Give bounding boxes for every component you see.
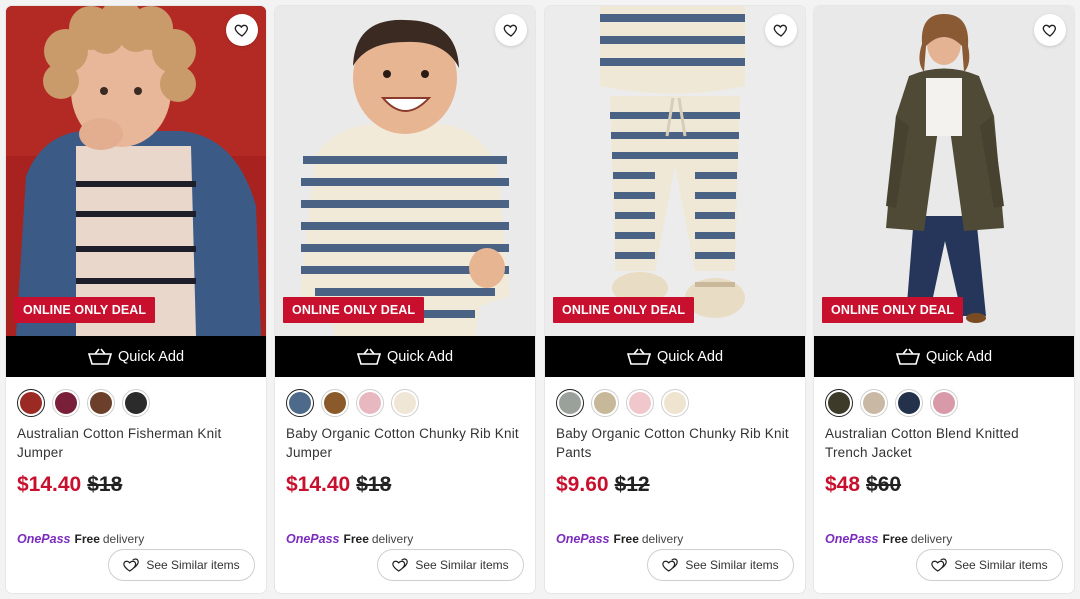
see-similar-label: See Similar items xyxy=(415,558,509,572)
price: $14.40 $18 xyxy=(17,473,122,497)
product-name[interactable]: Baby Organic Cotton Chunky Rib Knit Jump… xyxy=(286,424,526,462)
colour-swatch[interactable] xyxy=(930,389,958,417)
onepass-delivery: OnePass Free delivery xyxy=(17,532,144,546)
similar-hearts-icon xyxy=(931,558,948,572)
free-label: Free xyxy=(882,532,908,546)
similar-hearts-icon xyxy=(123,558,140,572)
delivery-label: delivery xyxy=(371,532,414,546)
delivery-label: delivery xyxy=(102,532,145,546)
quick-add-button[interactable]: Quick Add xyxy=(6,336,266,377)
product-name[interactable]: Baby Organic Cotton Chunky Rib Knit Pant… xyxy=(556,424,796,462)
price: $9.60 $12 xyxy=(556,473,650,497)
price: $14.40 $18 xyxy=(286,473,391,497)
onepass-logo: OnePass xyxy=(825,532,879,546)
see-similar-button[interactable]: See Similar items xyxy=(377,549,524,581)
original-price: $12 xyxy=(614,473,650,496)
basket-icon xyxy=(626,348,651,365)
product-grid: ONLINE ONLY DEAL Quick Add Australian Co… xyxy=(0,0,1080,599)
see-similar-button[interactable]: See Similar items xyxy=(108,549,255,581)
colour-swatches xyxy=(17,389,157,417)
colour-swatch[interactable] xyxy=(17,389,45,417)
product-image[interactable]: ONLINE ONLY DEAL xyxy=(545,6,805,336)
colour-swatch[interactable] xyxy=(556,389,584,417)
colour-swatch[interactable] xyxy=(356,389,384,417)
favourite-button[interactable] xyxy=(765,14,797,46)
free-label: Free xyxy=(613,532,639,546)
heart-icon xyxy=(773,24,787,37)
colour-swatch[interactable] xyxy=(286,389,314,417)
original-price: $60 xyxy=(866,473,902,496)
delivery-label: delivery xyxy=(641,532,684,546)
see-similar-label: See Similar items xyxy=(954,558,1048,572)
online-deal-badge: ONLINE ONLY DEAL xyxy=(553,297,695,323)
sale-price: $14.40 xyxy=(17,473,82,496)
sale-price: $9.60 xyxy=(556,473,609,496)
see-similar-label: See Similar items xyxy=(685,558,779,572)
colour-swatch[interactable] xyxy=(321,389,349,417)
colour-swatch[interactable] xyxy=(87,389,115,417)
similar-hearts-icon xyxy=(392,558,409,572)
product-card[interactable]: ONLINE ONLY DEAL Quick Add Australian Co… xyxy=(6,6,266,593)
delivery-label: delivery xyxy=(910,532,953,546)
onepass-delivery: OnePass Free delivery xyxy=(556,532,683,546)
product-card[interactable]: ONLINE ONLY DEAL Quick Add Baby Organic … xyxy=(545,6,805,593)
colour-swatch[interactable] xyxy=(626,389,654,417)
product-image[interactable]: ONLINE ONLY DEAL xyxy=(275,6,535,336)
see-similar-button[interactable]: See Similar items xyxy=(647,549,794,581)
colour-swatch[interactable] xyxy=(122,389,150,417)
basket-icon xyxy=(895,348,920,365)
product-card[interactable]: ONLINE ONLY DEAL Quick Add Baby Organic … xyxy=(275,6,535,593)
quick-add-label: Quick Add xyxy=(117,348,185,365)
colour-swatches xyxy=(286,389,426,417)
colour-swatch[interactable] xyxy=(825,389,853,417)
free-label: Free xyxy=(343,532,369,546)
colour-swatches xyxy=(556,389,696,417)
colour-swatch[interactable] xyxy=(661,389,689,417)
sale-price: $14.40 xyxy=(286,473,351,496)
similar-hearts-icon xyxy=(662,558,679,572)
basket-icon xyxy=(87,348,112,365)
onepass-logo: OnePass xyxy=(286,532,340,546)
quick-add-label: Quick Add xyxy=(925,348,993,365)
product-name[interactable]: Australian Cotton Fisherman Knit Jumper xyxy=(17,424,257,462)
colour-swatches xyxy=(825,389,965,417)
quick-add-label: Quick Add xyxy=(656,348,724,365)
onepass-logo: OnePass xyxy=(556,532,610,546)
sale-price: $48 xyxy=(825,473,861,496)
colour-swatch[interactable] xyxy=(895,389,923,417)
free-label: Free xyxy=(74,532,100,546)
colour-swatch[interactable] xyxy=(52,389,80,417)
online-deal-badge: ONLINE ONLY DEAL xyxy=(822,297,964,323)
original-price: $18 xyxy=(356,473,392,496)
basket-icon xyxy=(356,348,381,365)
favourite-button[interactable] xyxy=(495,14,527,46)
quick-add-button[interactable]: Quick Add xyxy=(545,336,805,377)
product-image[interactable]: ONLINE ONLY DEAL xyxy=(6,6,266,336)
favourite-button[interactable] xyxy=(1034,14,1066,46)
favourite-button[interactable] xyxy=(226,14,258,46)
quick-add-label: Quick Add xyxy=(386,348,454,365)
heart-icon xyxy=(503,24,517,37)
quick-add-button[interactable]: Quick Add xyxy=(275,336,535,377)
see-similar-button[interactable]: See Similar items xyxy=(916,549,1063,581)
price: $48 $60 xyxy=(825,473,901,497)
online-deal-badge: ONLINE ONLY DEAL xyxy=(14,297,156,323)
quick-add-button[interactable]: Quick Add xyxy=(814,336,1074,377)
onepass-delivery: OnePass Free delivery xyxy=(825,532,952,546)
product-image[interactable]: ONLINE ONLY DEAL xyxy=(814,6,1074,336)
original-price: $18 xyxy=(87,473,123,496)
product-name[interactable]: Australian Cotton Blend Knitted Trench J… xyxy=(825,424,1065,462)
heart-icon xyxy=(234,24,248,37)
colour-swatch[interactable] xyxy=(860,389,888,417)
onepass-logo: OnePass xyxy=(17,532,71,546)
colour-swatch[interactable] xyxy=(391,389,419,417)
onepass-delivery: OnePass Free delivery xyxy=(286,532,413,546)
product-card[interactable]: ONLINE ONLY DEAL Quick Add Australian Co… xyxy=(814,6,1074,593)
heart-icon xyxy=(1042,24,1056,37)
colour-swatch[interactable] xyxy=(591,389,619,417)
see-similar-label: See Similar items xyxy=(146,558,240,572)
online-deal-badge: ONLINE ONLY DEAL xyxy=(283,297,425,323)
